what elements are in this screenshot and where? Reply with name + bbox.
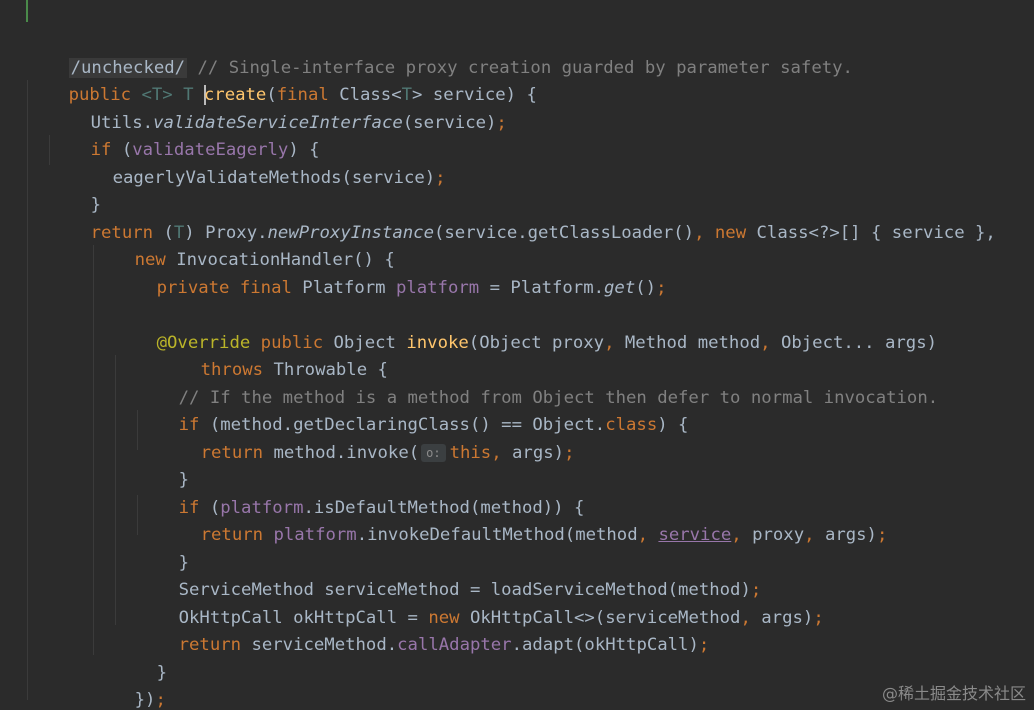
code-line-6[interactable]: } — [49, 165, 101, 215]
field: platform — [395, 277, 480, 298]
captured-variable: service — [658, 525, 732, 545]
code-line-14[interactable]: return method.invoke(o: this, args); — [159, 412, 575, 463]
code-line-23[interactable]: }); — [93, 660, 166, 710]
code-token: = Platform. — [479, 277, 605, 298]
code-line-2[interactable]: public <T> T create(final Class<T> servi… — [27, 55, 537, 105]
indent-guide — [115, 355, 116, 625]
code-token: .invokeDefaultMethod(method — [356, 525, 638, 545]
code-token: args) — [824, 525, 877, 545]
code-token: eagerlyValidateMethods(service) — [112, 167, 436, 188]
semicolon: ; — [496, 112, 507, 133]
code-line-5[interactable]: eagerlyValidateMethods(service); — [71, 137, 446, 188]
keyword: return — [200, 442, 274, 463]
semicolon: ; — [698, 635, 710, 655]
code-line-3[interactable]: Utils.validateServiceInterface(service); — [49, 82, 507, 133]
code-line-24[interactable]: } — [27, 687, 79, 710]
keyword: return — [200, 525, 274, 545]
code-token: Platform — [302, 277, 396, 298]
comma: , — [731, 525, 753, 545]
indent-guide — [27, 80, 28, 700]
code-token: args) — [512, 442, 565, 463]
keyword: return — [178, 635, 252, 655]
field: platform — [273, 525, 357, 545]
comma: , — [694, 222, 715, 243]
code-token: (Object proxy — [468, 332, 605, 353]
code-token: method.invoke( — [273, 442, 420, 463]
static-method: get — [604, 277, 636, 298]
code-token: .adapt(okHttpCall) — [511, 635, 699, 655]
semicolon: ; — [876, 525, 888, 545]
code-line-7[interactable]: return (T) Proxy.newProxyInstance(servic… — [49, 192, 996, 243]
change-marker — [26, 0, 28, 22]
code-line-13[interactable]: if (method.getDeclaringClass() == Object… — [137, 385, 689, 435]
comma: , — [604, 332, 625, 353]
code-line-18[interactable]: } — [137, 522, 189, 573]
indent-guide — [93, 245, 94, 655]
code-token: (service) — [402, 112, 497, 133]
code-line-19[interactable]: ServiceMethod serviceMethod = loadServic… — [137, 550, 762, 600]
code-token: args) — [761, 607, 814, 628]
semicolon: ; — [564, 442, 575, 463]
field: callAdapter — [397, 635, 512, 655]
code-line-11[interactable]: throws Throwable { — [159, 330, 388, 380]
method-name: invoke — [406, 332, 469, 353]
semicolon: ; — [435, 167, 446, 188]
keyword: class — [605, 415, 658, 435]
code-line-20[interactable]: OkHttpCall okHttpCall = new OkHttpCall<>… — [137, 577, 824, 628]
comma: , — [637, 525, 659, 545]
code-token: serviceMethod. — [251, 635, 398, 655]
code-line-16[interactable]: if (platform.isDefaultMethod(method)) { — [137, 467, 585, 518]
code-editor[interactable]: /unchecked/ // Single-interface proxy cr… — [0, 0, 1034, 710]
semicolon: ; — [813, 607, 824, 628]
comma: , — [760, 332, 781, 353]
code-line-8[interactable]: new InvocationHandler() { — [93, 220, 395, 270]
code-line-1[interactable]: /unchecked/ // Single-interface proxy cr… — [27, 27, 853, 78]
comma: , — [740, 607, 762, 628]
code-token: Method method — [624, 332, 761, 353]
code-line-12[interactable]: // If the method is a method from Object… — [137, 357, 939, 408]
keyword: this — [449, 442, 492, 463]
comma: , — [491, 442, 513, 463]
code-line-21[interactable]: return serviceMethod.callAdapter.adapt(o… — [137, 605, 710, 655]
code-token: Class<?>[] { service }, — [756, 222, 996, 243]
code-token: Object... args) — [780, 332, 938, 353]
semicolon: ; — [155, 690, 166, 710]
code-token: ) { — [657, 415, 689, 435]
code-line-22[interactable]: } — [115, 632, 167, 683]
code-line-15[interactable]: } — [137, 440, 189, 490]
code-token: () — [635, 277, 657, 298]
code-token: }) — [134, 690, 156, 710]
parameter-hint: o: — [421, 443, 446, 462]
semicolon: ; — [656, 277, 667, 298]
code-line-17[interactable]: return platform.invokeDefaultMethod(meth… — [159, 495, 888, 545]
keyword: private final — [156, 277, 303, 298]
keyword: new — [714, 222, 757, 243]
code-line-9[interactable]: private final Platform platform = Platfo… — [115, 247, 667, 298]
code-line-4[interactable]: if (validateEagerly) { — [49, 110, 320, 160]
code-token: (service.getClassLoader() — [433, 222, 695, 243]
comma: , — [804, 525, 825, 545]
code-line-10[interactable]: @Override public Object invoke(Object pr… — [115, 302, 937, 353]
code-token: proxy — [752, 525, 805, 545]
watermark: @稀土掘金技术社区 — [881, 684, 1026, 703]
